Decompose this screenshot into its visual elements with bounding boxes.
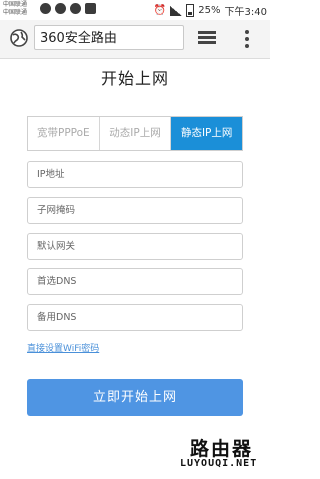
watermark-domain: LUYOUQI.NET — [180, 458, 258, 469]
start-internet-button[interactable]: 立即开始上网 — [27, 379, 243, 416]
carrier-labels: 中国联通 中国联通 — [3, 1, 27, 17]
page-title: 开始上网 — [100, 69, 169, 88]
secondary-dns-input[interactable]: 备用DNS — [27, 304, 243, 331]
wechat-icon — [40, 3, 51, 14]
ip-address-input[interactable]: IP地址 — [27, 161, 243, 188]
alarm-icon: ⏰ — [153, 5, 167, 16]
tabs-icon[interactable] — [198, 30, 216, 46]
globe-icon[interactable] — [10, 29, 28, 47]
clock: 下午3:40 — [224, 7, 267, 18]
tab-dhcp[interactable]: 动态IP上网 — [100, 117, 172, 150]
primary-dns-input[interactable]: 首选DNS — [27, 268, 243, 295]
signal-icon — [170, 5, 183, 16]
address-bar[interactable]: 360安全路由 — [34, 25, 184, 50]
status-right: ⏰ 25% 下午3:40 — [154, 3, 267, 18]
wechat-icon — [55, 3, 66, 14]
connection-mode-tabs: 宽带PPPoE 动态IP上网 静态IP上网 — [27, 116, 243, 151]
notification-icons — [40, 3, 96, 14]
message-icon — [70, 3, 81, 14]
status-bar: 中国联通 中国联通 ⏰ 25% 下午3:40 — [0, 0, 270, 20]
browser-toolbar: 360安全路由 — [0, 20, 270, 59]
usb-icon — [85, 3, 96, 14]
battery-icon — [186, 4, 195, 17]
carrier-2: 中国联通 — [3, 9, 28, 16]
gateway-input[interactable]: 默认网关 — [27, 233, 243, 260]
more-menu-icon[interactable] — [244, 29, 250, 49]
carrier-1: 中国联通 — [3, 1, 28, 8]
watermark-title: 路由器 — [190, 438, 254, 460]
subnet-mask-input[interactable]: 子网掩码 — [27, 197, 243, 224]
battery-percent: 25% — [198, 5, 221, 16]
set-wifi-password-link[interactable]: 直接设置WiFi密码 — [27, 341, 99, 354]
tab-pppoe[interactable]: 宽带PPPoE — [28, 117, 100, 150]
tab-static-ip[interactable]: 静态IP上网 — [171, 117, 243, 150]
